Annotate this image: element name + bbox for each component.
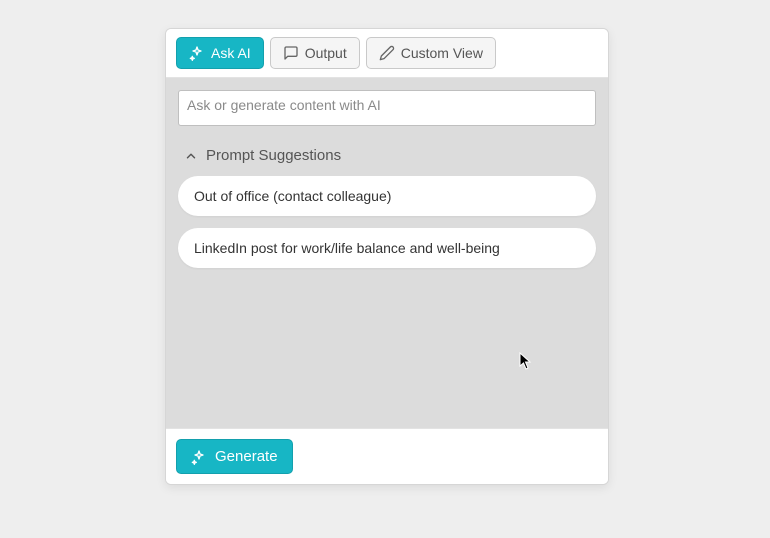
chevron-up-icon — [184, 149, 198, 163]
panel-footer: Generate — [166, 428, 608, 484]
pencil-icon — [379, 45, 395, 61]
generate-button-label: Generate — [215, 448, 278, 465]
panel-body: Prompt Suggestions Out of office (contac… — [166, 78, 608, 428]
ai-panel: Ask AI Output Custom View — [165, 28, 609, 485]
prompt-suggestions-toggle[interactable]: Prompt Suggestions — [178, 129, 596, 176]
tab-ask-ai[interactable]: Ask AI — [176, 37, 264, 69]
prompt-input[interactable] — [178, 90, 596, 126]
suggestion-item[interactable]: Out of office (contact colleague) — [178, 176, 596, 216]
chat-icon — [283, 45, 299, 61]
generate-button[interactable]: Generate — [176, 439, 293, 474]
tabbar: Ask AI Output Custom View — [166, 29, 608, 78]
tab-custom-view[interactable]: Custom View — [366, 37, 496, 69]
suggestion-item-label: LinkedIn post for work/life balance and … — [194, 240, 500, 256]
sparkle-icon — [189, 45, 205, 61]
tab-output-label: Output — [305, 46, 347, 60]
tab-ask-ai-label: Ask AI — [211, 46, 251, 60]
suggestion-item[interactable]: LinkedIn post for work/life balance and … — [178, 228, 596, 268]
prompt-suggestions-label: Prompt Suggestions — [206, 147, 341, 164]
tab-custom-view-label: Custom View — [401, 46, 483, 60]
sparkle-icon — [191, 449, 207, 465]
tab-output[interactable]: Output — [270, 37, 360, 69]
suggestion-item-label: Out of office (contact colleague) — [194, 188, 391, 204]
